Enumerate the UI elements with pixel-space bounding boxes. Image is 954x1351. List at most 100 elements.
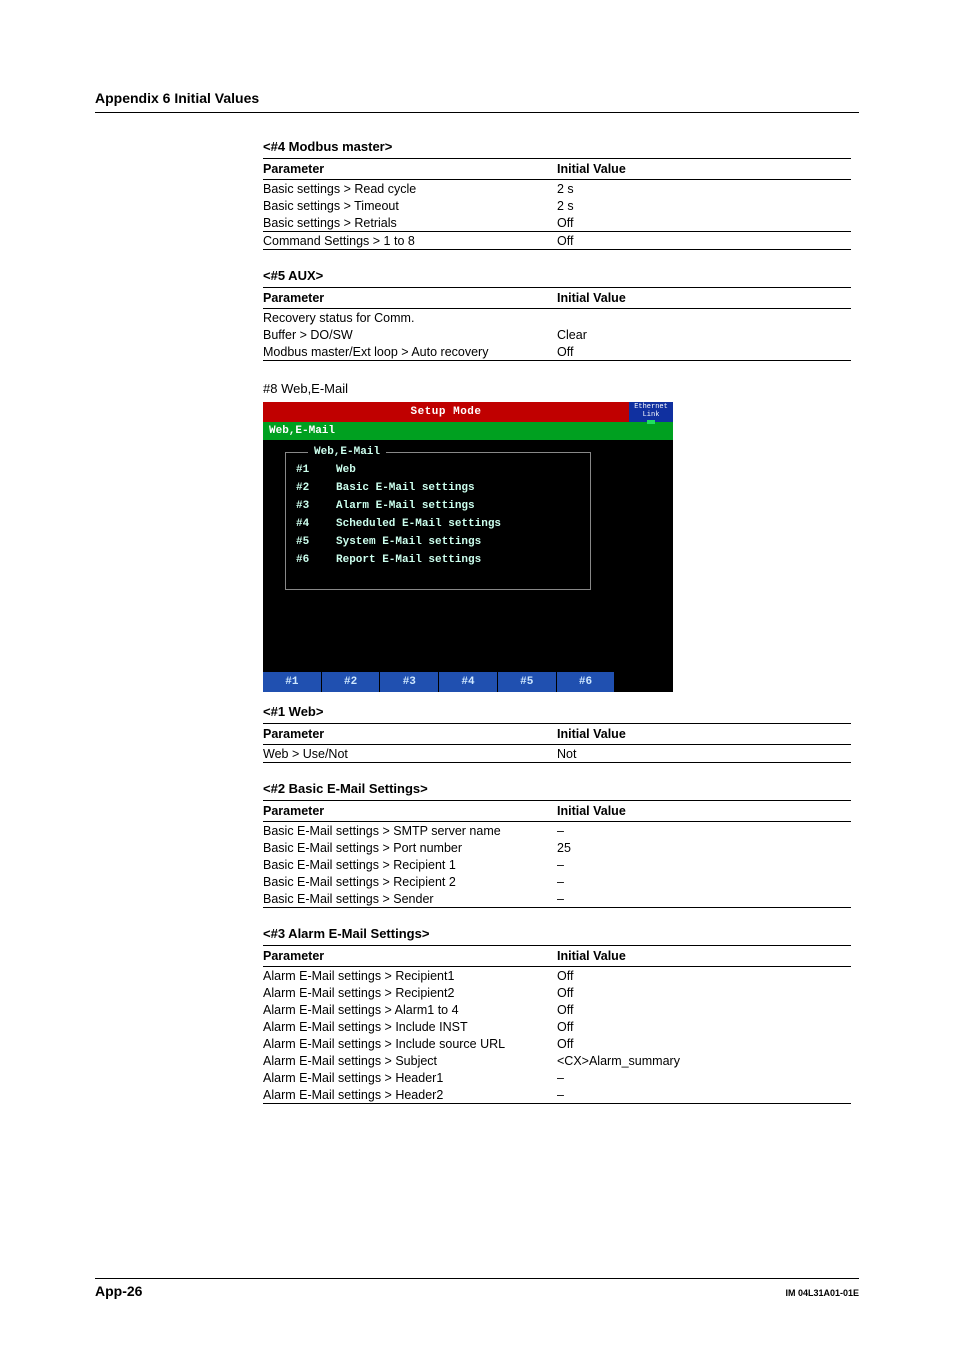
cell-value: Off [557, 232, 851, 250]
cell-value: – [557, 1069, 851, 1086]
softkey-4[interactable]: #4 [439, 672, 498, 692]
softkey-6[interactable]: #6 [557, 672, 616, 692]
table-row: Web > Use/NotNot [263, 745, 851, 763]
page-header: Appendix 6 Initial Values [95, 90, 859, 113]
link-led-icon [647, 420, 655, 424]
menu-item-alarm-email[interactable]: #3 Alarm E-Mail settings [296, 497, 580, 515]
softkey-1[interactable]: #1 [263, 672, 322, 692]
screen-body: Web,E-Mail #1 Web #2Basic E-Mail settings… [263, 440, 673, 672]
table-row: Buffer > DO/SWClear [263, 326, 851, 343]
cell-value: Clear [557, 326, 851, 343]
menu-label: System E-Mail settings [336, 533, 481, 551]
table-row: Alarm E-Mail settings > Alarm1 to 4Off [263, 1001, 851, 1018]
menu-label: Report E-Mail settings [336, 551, 481, 569]
menu-item-system-email[interactable]: #5 System E-Mail settings [296, 533, 580, 551]
softkey-3[interactable]: #3 [380, 672, 439, 692]
th-parameter: Parameter [263, 288, 557, 309]
menu-num: #3 [296, 497, 314, 515]
table-row: Basic E-Mail settings > Recipient 1– [263, 856, 851, 873]
table-row: Basic E-Mail settings > Recipient 2– [263, 873, 851, 890]
main-content: <#4 Modbus master> Parameter Initial Val… [263, 139, 851, 1104]
table-row: Basic settings > RetrialsOff [263, 214, 851, 232]
section-aux-title: <#5 AUX> [263, 268, 851, 283]
table-row: Alarm E-Mail settings > Subject<CX>Alarm… [263, 1052, 851, 1069]
menu-item-web[interactable]: #1 Web [296, 461, 580, 479]
cell-value: Off [557, 343, 851, 361]
table-row: Modbus master/Ext loop > Auto recoveryOf… [263, 343, 851, 361]
cell-value: – [557, 890, 851, 908]
cell-value: Off [557, 1035, 851, 1052]
table-row: Command Settings > 1 to 8Off [263, 232, 851, 250]
table-aux: Parameter Initial Value Recovery status … [263, 287, 851, 361]
cell-param: Alarm E-Mail settings > Recipient1 [263, 967, 557, 985]
table-basic-email: Parameter Initial Value Basic E-Mail set… [263, 800, 851, 908]
cell-param: Modbus master/Ext loop > Auto recovery [263, 343, 557, 361]
cell-param: Basic E-Mail settings > SMTP server name [263, 822, 557, 840]
cell-value: Off [557, 1001, 851, 1018]
cell-param: Alarm E-Mail settings > Alarm1 to 4 [263, 1001, 557, 1018]
cell-param: Basic E-Mail settings > Port number [263, 839, 557, 856]
cell-value: – [557, 1086, 851, 1104]
th-initial-value: Initial Value [557, 724, 851, 745]
page-footer: App-26 IM 04L31A01-01E [95, 1278, 859, 1299]
menu-item-scheduled-email[interactable]: #4 Scheduled E-Mail settings [296, 515, 580, 533]
link-label: Link [643, 411, 660, 419]
screen-mode-label: Setup Mode [263, 402, 629, 422]
cell-param: Command Settings > 1 to 8 [263, 232, 557, 250]
table-row: Basic E-Mail settings > Sender– [263, 890, 851, 908]
menu-label: Web [336, 461, 356, 479]
menu-num: #1 [296, 461, 314, 479]
table-row: Basic settings > Timeout2 s [263, 197, 851, 214]
menu-panel: Web,E-Mail #1Web #2Basic E-Mail settings… [285, 452, 591, 590]
cell-param: Buffer > DO/SW [263, 326, 557, 343]
cell-value: – [557, 822, 851, 840]
table-alarm-email: Parameter Initial Value Alarm E-Mail set… [263, 945, 851, 1104]
menu-label: Scheduled E-Mail settings [336, 515, 501, 533]
cell-param: Basic settings > Retrials [263, 214, 557, 232]
menu-item-report-email[interactable]: #6 Report E-Mail settings [296, 551, 580, 569]
menu-label: Alarm E-Mail settings [336, 497, 475, 515]
cell-param: Basic settings > Timeout [263, 197, 557, 214]
cell-param: Alarm E-Mail settings > Header2 [263, 1086, 557, 1104]
section-modbus-title: <#4 Modbus master> [263, 139, 851, 154]
softkey-5[interactable]: #5 [498, 672, 557, 692]
cell-value: 2 s [557, 197, 851, 214]
th-parameter: Parameter [263, 159, 557, 180]
cell-value: 25 [557, 839, 851, 856]
table-row: Basic settings > Read cycle2 s [263, 180, 851, 198]
cell-value: Off [557, 967, 851, 985]
softkey-filler [615, 672, 673, 692]
th-initial-value: Initial Value [557, 288, 851, 309]
screen-softkey-bar: #1 #2 #3 #4 #5 #6 [263, 672, 673, 692]
menu-num: #4 [296, 515, 314, 533]
cell-param: Recovery status for Comm. [263, 309, 557, 327]
menu-item-basic-email[interactable]: #2Basic E-Mail settings [296, 479, 580, 497]
table-row: Alarm E-Mail settings > Include INSTOff [263, 1018, 851, 1035]
cell-value: Off [557, 1018, 851, 1035]
section-web-title: <#1 Web> [263, 704, 851, 719]
table-row: Alarm E-Mail settings > Header2– [263, 1086, 851, 1104]
panel-legend: Web,E-Mail [308, 446, 386, 458]
section-webemail-heading: #8 Web,E-Mail [263, 381, 851, 396]
table-row: Alarm E-Mail settings > Recipient2Off [263, 984, 851, 1001]
table-web: Parameter Initial Value Web > Use/NotNot [263, 723, 851, 763]
menu-num: #5 [296, 533, 314, 551]
table-row: Alarm E-Mail settings > Recipient1Off [263, 967, 851, 985]
th-parameter: Parameter [263, 801, 557, 822]
cell-param: Basic E-Mail settings > Recipient 1 [263, 856, 557, 873]
page-number: App-26 [95, 1283, 142, 1299]
th-initial-value: Initial Value [557, 946, 851, 967]
menu-num: #6 [296, 551, 314, 569]
appendix-title: Appendix 6 Initial Values [95, 90, 259, 106]
cell-value: – [557, 856, 851, 873]
cell-param: Basic settings > Read cycle [263, 180, 557, 198]
cell-value [557, 309, 851, 327]
th-parameter: Parameter [263, 946, 557, 967]
cell-value: <CX>Alarm_summary [557, 1052, 851, 1069]
cell-value: Off [557, 214, 851, 232]
softkey-2[interactable]: #2 [322, 672, 381, 692]
ethernet-indicator: Ethernet Link [629, 402, 673, 422]
th-parameter: Parameter [263, 724, 557, 745]
cell-param: Basic E-Mail settings > Sender [263, 890, 557, 908]
cell-param: Alarm E-Mail settings > Include source U… [263, 1035, 557, 1052]
